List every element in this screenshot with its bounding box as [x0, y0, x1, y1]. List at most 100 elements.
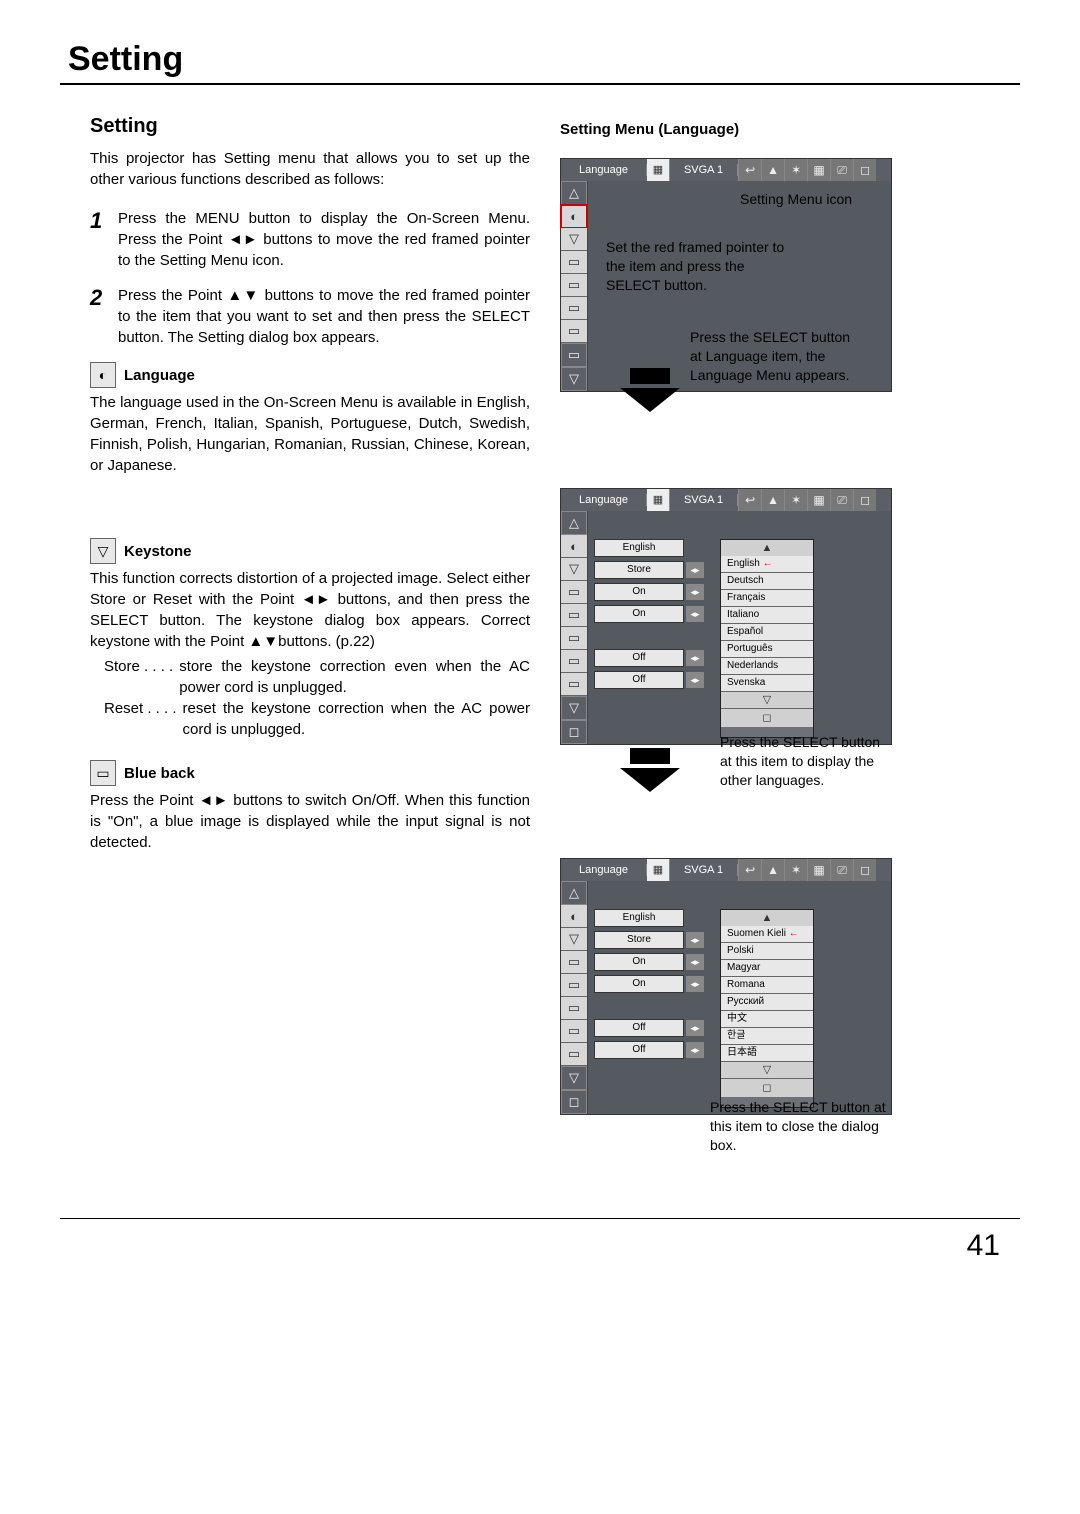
osd-side-icon: ▭	[561, 343, 587, 367]
osd-top-icon: ▲	[761, 859, 784, 881]
osd-value-row: On◂▸	[594, 975, 704, 993]
osd-title: Language	[561, 864, 647, 876]
osd-value-row: Store◂▸	[594, 561, 704, 579]
osd-arrows-icon: ◂▸	[686, 976, 704, 992]
caption-red-pointer: Set the red framed pointer to the item a…	[606, 238, 796, 295]
right-heading: Setting Menu (Language)	[560, 121, 990, 138]
osd-side-icon: ▽	[561, 928, 587, 951]
osd-side-icon: ▽	[561, 228, 587, 251]
language-option: Polski	[721, 943, 813, 960]
osd-side-icon: ▭	[561, 673, 587, 696]
osd-value: Off	[594, 1019, 684, 1037]
osd-value: Off	[594, 671, 684, 689]
osd-value-row: English	[594, 909, 704, 927]
osd-top-icon: ▦	[807, 159, 830, 181]
def-key: Reset . . . .	[104, 698, 177, 740]
osd-arrows-icon: ◂▸	[686, 672, 704, 688]
osd-top-icon: ✶	[784, 159, 807, 181]
blueback-icon: ▭	[90, 760, 116, 786]
blueback-text: Press the Point ◄► buttons to switch On/…	[90, 790, 530, 853]
osd-side-icon: ▭	[561, 581, 587, 604]
scroll-down-icon: ▽	[721, 692, 813, 708]
step-1: 1 Press the MENU button to display the O…	[90, 208, 530, 271]
osd-value: On	[594, 605, 684, 623]
osd-mode: SVGA 1	[670, 164, 738, 176]
language-heading: ◐ Language	[90, 362, 530, 388]
osd-side-icon: ◐	[561, 205, 587, 228]
step-text: Press the MENU button to display the On-…	[118, 208, 530, 271]
mode-icon: ▦	[647, 159, 670, 181]
osd-side-icon: ▭	[561, 997, 587, 1020]
osd-arrows-icon: ◂▸	[686, 650, 704, 666]
osd-panel-3: Language ▦ SVGA 1 ↩▲✶▦⎚◻ △◐▽▭▭▭▭▭▽◻ Engl…	[560, 858, 990, 1168]
scroll-down-icon: ▽	[721, 1062, 813, 1078]
language-option: 日本語	[721, 1045, 813, 1062]
osd-side-icon: ▽	[561, 367, 587, 391]
osd-top-icon: ⎚	[830, 489, 853, 511]
osd-value: On	[594, 975, 684, 993]
osd-side-icon: ▭	[561, 627, 587, 650]
osd-side-icon: ▽	[561, 1066, 587, 1090]
osd-side-icon: ▭	[561, 1020, 587, 1043]
close-icon: ◻	[721, 708, 813, 727]
osd-top-icon: ↩	[738, 859, 761, 881]
osd-value-row: Store◂▸	[594, 931, 704, 949]
osd-value: On	[594, 583, 684, 601]
osd-top-icon: ✶	[784, 859, 807, 881]
osd-topbar: Language ▦ SVGA 1 ↩▲✶▦⎚◻	[561, 159, 891, 181]
caption-other-langs: Press the SELECT button at this item to …	[720, 733, 890, 790]
language-option: Svenska	[721, 675, 813, 692]
language-option: Español	[721, 624, 813, 641]
mode-icon: ▦	[647, 489, 670, 511]
osd-side-icon: ◻	[561, 1090, 587, 1114]
osd-menu: Language ▦ SVGA 1 ↩▲✶▦⎚◻ △◐▽▭▭▭▭▭▽◻ Engl…	[560, 488, 892, 745]
mode-icon: ▦	[647, 859, 670, 881]
osd-value-row: On◂▸	[594, 605, 704, 623]
close-icon: ◻	[721, 1078, 813, 1097]
osd-side-icon: ◻	[561, 720, 587, 744]
osd-value: Off	[594, 1041, 684, 1059]
osd-arrows-icon: ◂▸	[686, 1042, 704, 1058]
osd-arrows-icon: ◂▸	[686, 606, 704, 622]
osd-side-icon: △	[561, 881, 587, 905]
osd-side-icon: △	[561, 511, 587, 535]
language-option: Italiano	[721, 607, 813, 624]
osd-side-icon: ▽	[561, 696, 587, 720]
language-option: Português	[721, 641, 813, 658]
osd-top-icon: ✶	[784, 489, 807, 511]
section-heading: Setting	[90, 115, 530, 138]
def-key: Store . . . .	[104, 656, 173, 698]
scroll-up-icon: ▲	[721, 540, 813, 556]
language-option: Deutsch	[721, 573, 813, 590]
osd-value-row: On◂▸	[594, 583, 704, 601]
osd-topbar: Language ▦ SVGA 1 ↩▲✶▦⎚◻	[561, 489, 891, 511]
osd-top-icon: ▲	[761, 159, 784, 181]
osd-value: English	[594, 909, 684, 927]
language-label: Language	[124, 367, 195, 384]
caption-setting-icon: Setting Menu icon	[740, 190, 852, 209]
osd-top-icon: ⎚	[830, 159, 853, 181]
osd-mode: SVGA 1	[670, 864, 738, 876]
osd-side-icon: ▭	[561, 320, 587, 343]
step-2: 2 Press the Point ▲▼ buttons to move the…	[90, 285, 530, 348]
osd-side-icon: ▭	[561, 951, 587, 974]
osd-value-row: Off◂▸	[594, 649, 704, 667]
step-number: 1	[90, 208, 108, 271]
osd-title: Language	[561, 164, 647, 176]
osd-value-row: English	[594, 539, 704, 557]
step-number: 2	[90, 285, 108, 348]
bottom-rule	[60, 1218, 1020, 1219]
osd-side-icon: ▭	[561, 974, 587, 997]
osd-top-icon: ▦	[807, 859, 830, 881]
osd-top-icon: ◻	[853, 159, 876, 181]
osd-arrows-icon: ◂▸	[686, 584, 704, 600]
osd-value-row: Off◂▸	[594, 1019, 704, 1037]
osd-value: Store	[594, 561, 684, 579]
keystone-heading: ▽ Keystone	[90, 538, 530, 564]
def-val: reset the keystone correction when the A…	[183, 698, 530, 740]
language-option: Suomen Kieli	[721, 926, 813, 943]
osd-side-icon: ▭	[561, 251, 587, 274]
osd-topbar: Language ▦ SVGA 1 ↩▲✶▦⎚◻	[561, 859, 891, 881]
osd-panel-1: Language ▦ SVGA 1 ↩▲✶▦⎚◻ △◐▽▭▭▭▭▭▽ Setti…	[560, 158, 990, 458]
osd-value-row: Off◂▸	[594, 1041, 704, 1059]
